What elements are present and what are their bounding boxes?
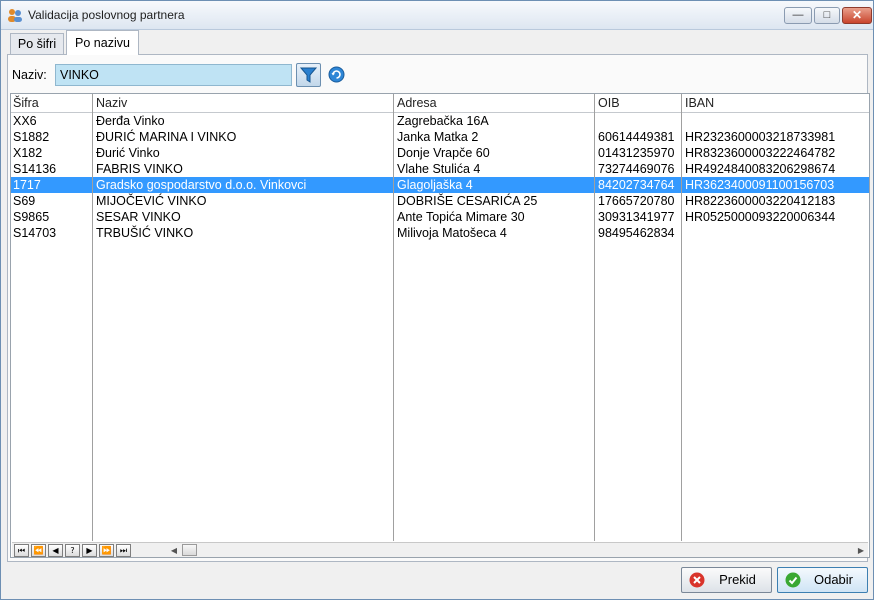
tab-po-sifri[interactable]: Po šifri [10,33,64,55]
scroll-left-icon[interactable]: ◀ [168,544,180,557]
column-divider [92,94,93,541]
cell-iban: HR4924840083206298674 [685,162,836,176]
cell-adresa: Zagrebačka 16A [397,114,489,128]
cell-adresa: DOBRIŠE CESARIĆA 25 [397,194,538,208]
table-row[interactable]: S14703 TRBUŠIĆ VINKO Milivoja Matošeca 4 98… [11,225,869,241]
tab-po-nazivu[interactable]: Po nazivu [66,30,139,55]
cell-iban: HR8223600003220412183 [685,194,836,208]
refresh-icon[interactable] [328,66,345,83]
cell-iban: HR8323600003222464782 [685,146,836,160]
cell-naziv: FABRIS VINKO [96,162,183,176]
cell-adresa: Ante Topića Mimare 30 [397,210,525,224]
cell-naziv: ĐURIĆ MARINA I VINKO [96,130,237,144]
table-row[interactable]: 1717 Gradsko gospodarstvo d.o.o. Vinkovci… [11,177,869,193]
cell-adresa: Janka Matka 2 [397,130,479,144]
naziv-label: Naziv: [12,68,47,82]
nav-help-icon[interactable]: ? [65,544,80,557]
cell-oib: 30931341977 [598,210,675,224]
users-app-icon [8,9,22,22]
cell-oib: 73274469076 [598,162,675,176]
cell-adresa: Glagoljaška 4 [397,178,473,192]
cell-adresa: Vlahe Stulića 4 [397,162,481,176]
cell-sifra: S9865 [13,210,50,224]
column-header-iban[interactable]: IBAN [683,94,869,112]
cell-iban: HR2323600003218733981 [685,130,836,144]
cell-sifra: S1882 [13,130,50,144]
cell-naziv: SESAR VINKO [96,210,181,224]
cell-iban [683,225,869,241]
cell-naziv: MIJOČEVIĆ VINKO [96,194,207,208]
cell-sifra: X182 [13,146,43,160]
cell-sifra: S14703 [13,226,57,240]
cell-sifra: XX6 [13,114,37,128]
table-row[interactable]: S69 MIJOČEVIĆ VINKO DOBRIŠE CESARIĆA 25 176… [11,193,869,209]
close-icon: ✕ [851,8,863,22]
grid-header: Šifra Naziv Adresa OIB IBAN [11,94,869,113]
nav-prev-icon[interactable]: ◀ [48,544,63,557]
nav-prev-page-icon[interactable]: ⏪ [31,544,46,557]
nav-next-icon[interactable]: ▶ [82,544,97,557]
table-row[interactable]: S14136 FABRIS VINKO Vlahe Stulića 4 7327446… [11,161,869,177]
cell-iban: HR3623400091100156703 [685,178,835,192]
scroll-right-icon[interactable]: ▶ [855,544,867,557]
filter-button[interactable] [296,63,321,87]
cell-oib: 84202734764 [598,178,675,192]
cell-oib: 01431235970 [598,146,675,160]
table-row[interactable]: X182 Đurić Vinko Donje Vrapče 60 0143123597… [11,145,869,161]
cell-naziv: TRBUŠIĆ VINKO [96,226,194,240]
nav-next-page-icon[interactable]: ⏩ [99,544,114,557]
filter-icon [299,67,318,83]
cell-oib: 60614449381 [598,130,675,144]
cell-adresa: Donje Vrapče 60 [397,146,490,160]
cell-iban: HR0525000093220006344 [685,210,836,224]
maximize-button[interactable]: □ [814,7,840,24]
column-divider [681,94,682,541]
prekid-label: Prekid [719,572,756,587]
window-title: Validacija poslovnog partnera [28,8,185,22]
cell-oib: 98495462834 [598,226,675,240]
nav-last-icon[interactable]: ⏭ [116,544,131,557]
column-header-oib[interactable]: OIB [596,94,682,112]
prekid-button[interactable]: Prekid [681,567,772,593]
column-header-naziv[interactable]: Naziv [94,94,394,112]
table-row[interactable]: S1882 ĐURIĆ MARINA I VINKO Janka Matka 2 60… [11,129,869,145]
close-button[interactable]: ✕ [842,7,872,24]
cell-adresa: Milivoja Matošeca 4 [397,226,507,240]
odabir-label: Odabir [813,572,854,587]
cell-sifra: S14136 [13,162,57,176]
table-row[interactable]: S9865 SESAR VINKO Ante Topića Mimare 30 309… [11,209,869,225]
partner-grid[interactable]: Šifra Naziv Adresa OIB IBAN XX6 Đerđa Vin… [10,93,870,558]
cell-naziv: Gradsko gospodarstvo d.o.o. Vinkovci [96,178,307,192]
cell-oib: 17665720780 [598,194,675,208]
cell-sifra: 1717 [13,178,41,192]
maximize-icon: □ [823,9,831,21]
naziv-search-input[interactable] [55,64,292,86]
cell-naziv: Đurić Vinko [96,146,160,160]
title-bar[interactable]: Validacija poslovnog partnera — □ ✕ [1,1,873,30]
horizontal-scroll-thumb[interactable] [182,544,197,556]
odabir-button[interactable]: Odabir [777,567,868,593]
nav-first-icon[interactable]: ⏮ [14,544,29,557]
column-divider [393,94,394,541]
column-header-sifra[interactable]: Šifra [11,94,93,112]
column-header-adresa[interactable]: Adresa [395,94,595,112]
minimize-button[interactable]: — [784,7,812,24]
table-row[interactable]: XX6 Đerđa Vinko Zagrebačka 16A [11,113,869,129]
column-divider [594,94,595,541]
cell-naziv: Đerđa Vinko [96,114,165,128]
cell-sifra: S69 [13,194,36,208]
minimize-icon: — [792,9,804,21]
record-navigator: ⏮ ⏪ ◀? ▶ ⏩ ⏭ ◀ ▶ [12,542,868,557]
cell-oib [596,113,682,129]
cell-iban [683,113,869,129]
